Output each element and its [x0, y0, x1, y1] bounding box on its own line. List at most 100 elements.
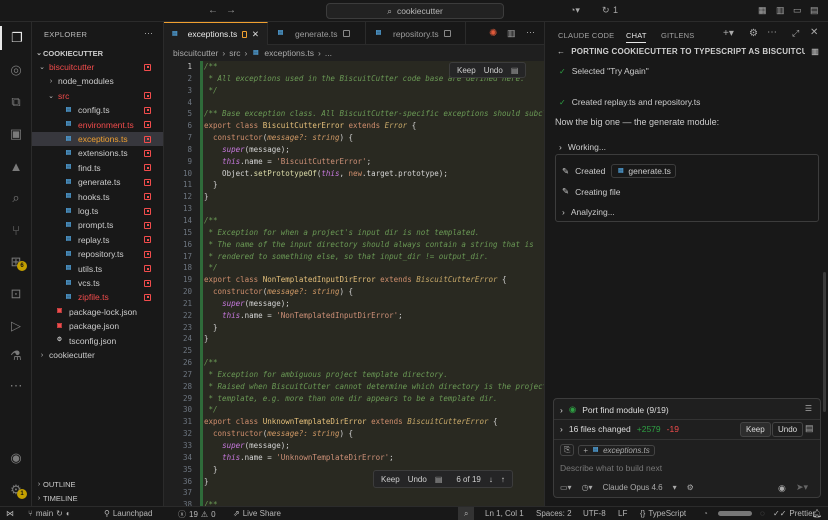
- tree-item[interactable]: ▤ vcs.ts: [32, 276, 163, 290]
- maximize-icon[interactable]: ⤢: [792, 28, 799, 39]
- testing-icon[interactable]: ⚗: [0, 344, 32, 368]
- working-row[interactable]: › Working...: [559, 142, 606, 152]
- model-picker[interactable]: Claude Opus 4.6: [603, 483, 663, 492]
- keep-all-button[interactable]: Keep: [381, 475, 400, 484]
- undo-all-button[interactable]: Undo: [408, 475, 427, 484]
- tree-item[interactable]: ⌄ src: [32, 89, 163, 103]
- breadcrumb-item[interactable]: exceptions.ts: [264, 48, 314, 58]
- explorer-icon[interactable]: ❐: [0, 26, 32, 50]
- step-analyzing[interactable]: › Analyzing...: [562, 207, 615, 217]
- tab-generate[interactable]: ▤ generate.ts: [268, 22, 366, 45]
- breadcrumb-item[interactable]: biscuitcutter: [173, 48, 218, 58]
- view-diff-icon[interactable]: ▤: [805, 423, 814, 434]
- tree-item[interactable]: › node_modules: [32, 74, 163, 88]
- settings-gear-icon[interactable]: ⚙: [749, 28, 758, 39]
- back-arrow-icon[interactable]: ←: [208, 5, 218, 16]
- sync-icon[interactable]: ↻: [602, 5, 610, 16]
- deploy-icon[interactable]: ▲: [0, 154, 32, 178]
- tree-item[interactable]: ▤ repository.ts: [32, 247, 163, 261]
- chat-scrollbar[interactable]: [823, 272, 826, 412]
- tab-repository[interactable]: ▤ repository.ts: [366, 22, 466, 45]
- chat-more-icon[interactable]: ⋯: [767, 27, 777, 38]
- split-editor-icon[interactable]: ▥: [507, 28, 516, 39]
- tree-item[interactable]: ▤ replay.ts: [32, 233, 163, 247]
- tree-item[interactable]: ▤ log.ts: [32, 204, 163, 218]
- claude-spark-icon[interactable]: ✺: [489, 28, 497, 39]
- tree-item[interactable]: ⌄ biscuitcutter: [32, 60, 163, 74]
- breadcrumb-item[interactable]: src: [229, 48, 240, 58]
- tree-item[interactable]: ▤ hooks.ts: [32, 190, 163, 204]
- keep-button[interactable]: Keep: [457, 66, 476, 75]
- code-editor[interactable]: 1 2 3 4 5 6 7 8 9 10 11 12 13 14 15 16 17 18 19 20 21 22 23 24 2…: [164, 61, 544, 506]
- next-change-arrow-icon[interactable]: ↑: [501, 475, 505, 484]
- language-mode[interactable]: {} TypeScript: [640, 509, 686, 518]
- todo-row[interactable]: › ◉ Port find module (9/19): [560, 404, 669, 415]
- source-control-icon[interactable]: ⑂: [0, 218, 32, 242]
- tree-item[interactable]: ▣ package.json: [32, 319, 163, 333]
- notifications-bell-icon[interactable]: 🔔︎: [812, 509, 822, 518]
- new-chat-plus-icon[interactable]: +▾: [723, 28, 734, 39]
- command-center-search[interactable]: ⌕ cookiecutter: [326, 3, 504, 19]
- back-arrow-icon[interactable]: ←: [557, 47, 565, 56]
- forward-arrow-icon[interactable]: →: [226, 5, 236, 16]
- branch-indicator[interactable]: ⑂ main ↻ ◐: [28, 509, 71, 518]
- undo-files-button[interactable]: Undo: [772, 422, 804, 437]
- tree-item[interactable]: ▤ utils.ts: [32, 262, 163, 276]
- cursor-position[interactable]: Ln 1, Col 1: [485, 509, 524, 518]
- layout-icon[interactable]: ▦: [758, 5, 767, 16]
- tree-item[interactable]: ▤ extensions.ts: [32, 146, 163, 160]
- configure-tools-icon[interactable]: ⚙: [687, 483, 694, 492]
- timeline-section[interactable]: › TIMELINE: [32, 491, 163, 505]
- tree-item[interactable]: ▤ environment.ts: [32, 118, 163, 132]
- tree-item[interactable]: ▤ zipfile.ts: [32, 290, 163, 304]
- tab-claude-code[interactable]: CLAUDE CODE: [558, 31, 614, 40]
- tree-item[interactable]: ▤ prompt.ts: [32, 218, 163, 232]
- tab-chat[interactable]: CHAT: [626, 31, 647, 40]
- diff-file-icon[interactable]: ▤: [511, 66, 519, 75]
- keep-files-button[interactable]: Keep: [740, 422, 771, 437]
- indentation[interactable]: Spaces: 2: [536, 509, 572, 518]
- close-panel-icon[interactable]: ✕: [810, 27, 818, 38]
- files-changed-row[interactable]: › 16 files changed +2579 -19: [560, 424, 679, 434]
- run-debug-icon[interactable]: ▷: [0, 314, 32, 338]
- remote-icon[interactable]: ⊡: [0, 282, 32, 306]
- workspace-root[interactable]: ⌄ COOKIECUTTER: [32, 46, 163, 60]
- manage-gear-icon[interactable]: ⚙ 1: [0, 478, 32, 502]
- sidebar-toggle-icon[interactable]: ▥: [811, 47, 819, 56]
- agent-mode-icon[interactable]: ▭▾: [560, 483, 572, 492]
- claude-icon[interactable]: ◎: [0, 58, 32, 82]
- copilot-icon[interactable]: ◔▾: [570, 5, 580, 16]
- tree-item[interactable]: ⚙ tsconfig.json: [32, 334, 163, 348]
- zoom-search-icon[interactable]: ⌕: [458, 507, 475, 520]
- tree-item[interactable]: ▤ generate.ts: [32, 175, 163, 189]
- end-of-line[interactable]: LF: [618, 509, 627, 518]
- bell-off-icon[interactable]: ◌: [760, 509, 765, 518]
- live-share-item[interactable]: ⇗ Live Share: [233, 509, 281, 518]
- search-icon[interactable]: ⌕: [0, 186, 32, 210]
- problems-item[interactable]: ⓧ 19 ⚠ 0: [178, 509, 216, 520]
- tree-item[interactable]: ▤ find.ts: [32, 161, 163, 175]
- attach-icon[interactable]: ⎘: [560, 444, 575, 456]
- more-icon[interactable]: ⋯: [0, 374, 32, 398]
- remote-indicator-icon[interactable]: ⋈: [6, 509, 14, 518]
- chat-input-field[interactable]: Describe what to build next: [560, 463, 662, 473]
- encoding[interactable]: UTF-8: [583, 509, 606, 518]
- tab-exceptions[interactable]: ▤ exceptions.ts ✕: [164, 22, 268, 45]
- context-file-chip[interactable]: + ▤ exceptions.ts: [578, 444, 655, 456]
- file-chip[interactable]: ▤ generate.ts: [611, 164, 676, 178]
- toggle-sidebar-icon[interactable]: ▥: [776, 5, 785, 16]
- editor-more-icon[interactable]: ⋯: [526, 27, 535, 38]
- remote-explorer-icon[interactable]: ⧉: [0, 90, 32, 114]
- outline-section[interactable]: › OUTLINE: [32, 477, 163, 491]
- undo-button[interactable]: Undo: [484, 66, 503, 75]
- collapse-list-icon[interactable]: ☰: [805, 404, 812, 413]
- containers-icon[interactable]: ▣: [0, 122, 32, 146]
- close-icon[interactable]: ✕: [252, 29, 259, 40]
- breadcrumb-item[interactable]: ...: [325, 48, 332, 58]
- tree-item[interactable]: ▤ exceptions.ts: [32, 132, 163, 146]
- diff-file-icon[interactable]: ▤: [435, 475, 443, 484]
- tree-item[interactable]: ▤ config.ts: [32, 103, 163, 117]
- tree-item[interactable]: › cookiecutter: [32, 348, 163, 362]
- toggle-secondary-sidebar-icon[interactable]: ▤: [810, 5, 819, 16]
- send-icon[interactable]: ➤▾: [796, 482, 808, 493]
